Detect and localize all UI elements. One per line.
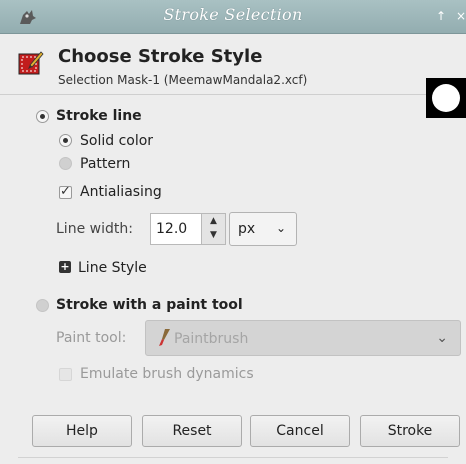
stroke-line-label: Stroke line — [56, 108, 142, 124]
stroke-button[interactable]: Stroke — [360, 415, 460, 447]
antialiasing-checkbox[interactable] — [59, 184, 72, 199]
chevron-down-icon: ⌄ — [436, 330, 448, 346]
dialog-header: Choose Stroke Style Selection Mask-1 (Me… — [0, 34, 466, 118]
paint-tool-select[interactable]: Paintbrush ⌄ — [145, 320, 461, 356]
stroke-dialog-icon — [18, 51, 44, 75]
expand-icon[interactable]: + — [59, 261, 71, 273]
solid-color-label: Solid color — [80, 133, 154, 149]
paint-tool-value: Paintbrush — [174, 331, 249, 347]
paintbrush-icon — [159, 329, 170, 346]
stroke-line-radio[interactable] — [36, 110, 49, 123]
reset-button[interactable]: Reset — [142, 415, 242, 447]
title-bar[interactable]: Stroke Selection ↑ × — [0, 0, 466, 34]
line-width-value[interactable]: 12.0 — [156, 221, 187, 237]
line-width-stepper[interactable]: ▲ ▼ — [202, 213, 226, 245]
line-style-expander[interactable]: Line Style — [78, 260, 147, 276]
chevron-down-icon: ⌄ — [275, 221, 286, 235]
close-icon[interactable]: × — [456, 9, 466, 23]
unit-select[interactable]: px ⌄ — [229, 212, 297, 246]
window-title: Stroke Selection — [163, 5, 303, 24]
cancel-button[interactable]: Cancel — [250, 415, 350, 447]
line-width-input[interactable]: 12.0 — [150, 213, 202, 245]
stroke-paint-tool-label: Stroke with a paint tool — [56, 297, 243, 313]
arrow-up-icon[interactable]: ↑ — [436, 9, 446, 23]
unit-value: px — [238, 221, 256, 237]
emulate-dynamics-label: Emulate brush dynamics — [80, 366, 254, 382]
footer-divider — [18, 457, 448, 458]
pattern-radio[interactable] — [59, 157, 72, 170]
dialog-subtitle: Selection Mask-1 (MeemawMandala2.xcf) — [58, 73, 308, 87]
emulate-dynamics-checkbox[interactable] — [59, 368, 72, 381]
help-button[interactable]: Help — [32, 415, 132, 447]
stroke-paint-tool-radio[interactable] — [36, 299, 49, 312]
line-width-label: Line width: — [56, 221, 133, 237]
pattern-label: Pattern — [80, 156, 131, 172]
spin-up-icon[interactable]: ▲ — [202, 214, 225, 228]
dialog-title: Choose Stroke Style — [58, 46, 263, 67]
selection-preview — [426, 78, 466, 118]
spin-down-icon[interactable]: ▼ — [202, 228, 225, 242]
antialiasing-label: Antialiasing — [80, 184, 162, 200]
paint-tool-label: Paint tool: — [56, 330, 127, 346]
solid-color-radio[interactable] — [59, 134, 72, 147]
